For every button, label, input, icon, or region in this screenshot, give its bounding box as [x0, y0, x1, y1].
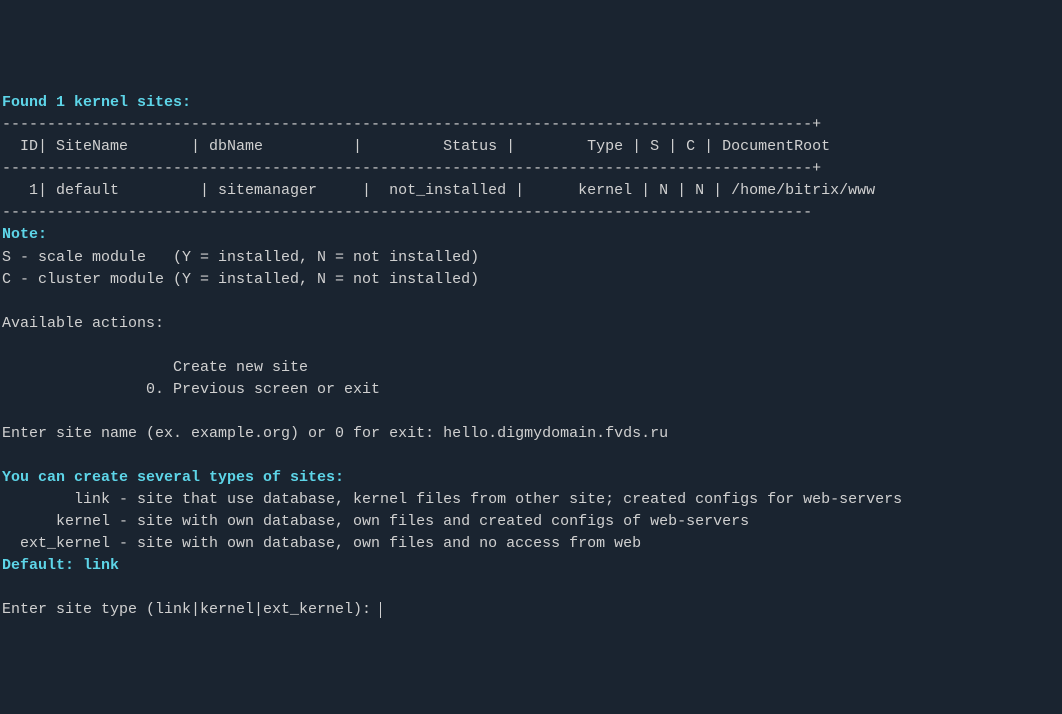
table-header-row: ID| SiteName | dbName | Status | Type | … — [2, 138, 830, 155]
table-divider-top: ----------------------------------------… — [2, 116, 821, 133]
terminal-cursor[interactable] — [380, 602, 381, 618]
action-previous-exit: 0. Previous screen or exit — [2, 381, 380, 398]
table-divider-bottom: ----------------------------------------… — [2, 204, 812, 221]
site-type-kernel: kernel - site with own database, own fil… — [2, 513, 749, 530]
table-data-row: 1| default | sitemanager | not_installed… — [2, 182, 875, 199]
found-sites-header: Found 1 kernel sites: — [2, 94, 191, 111]
site-type-ext-kernel: ext_kernel - site with own database, own… — [2, 535, 641, 552]
default-label: Default: link — [2, 557, 119, 574]
action-create-site: Create new site — [2, 359, 308, 376]
table-divider-mid: ----------------------------------------… — [2, 160, 821, 177]
site-type-link: link - site that use database, kernel fi… — [2, 491, 902, 508]
note-label: Note: — [2, 226, 47, 243]
site-name-prompt-line: Enter site name (ex. example.org) or 0 f… — [2, 425, 668, 442]
site-types-header: You can create several types of sites: — [2, 469, 344, 486]
site-type-prompt[interactable]: Enter site type (link|kernel|ext_kernel)… — [2, 601, 380, 618]
available-actions-header: Available actions: — [2, 315, 164, 332]
note-scale-line: S - scale module (Y = installed, N = not… — [2, 249, 479, 266]
note-cluster-line: C - cluster module (Y = installed, N = n… — [2, 271, 479, 288]
